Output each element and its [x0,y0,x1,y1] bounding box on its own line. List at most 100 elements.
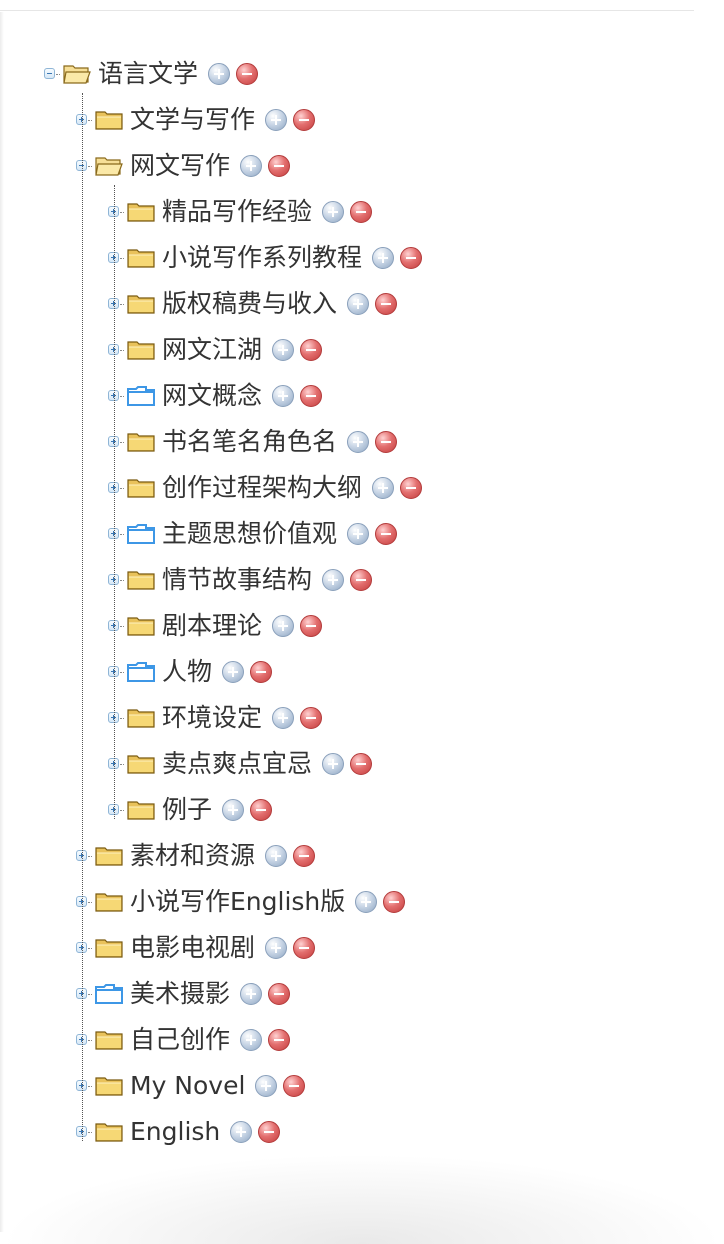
node-label[interactable]: 网文江湖 [162,327,262,373]
add-node-button[interactable] [322,201,345,223]
node-label[interactable]: 素材和资源 [130,833,255,879]
folder-icon [126,201,156,223]
remove-node-button[interactable] [293,109,316,131]
remove-node-button[interactable] [300,707,323,729]
node-label[interactable]: 剧本理论 [162,603,262,649]
node-label[interactable]: 电影电视剧 [130,925,255,971]
add-node-button[interactable] [255,1075,278,1097]
add-node-button[interactable] [322,753,345,775]
node-label[interactable]: 文学与写作 [130,97,255,143]
folder-icon [126,431,156,453]
add-node-button[interactable] [240,155,263,177]
tree-node[interactable]: 主题思想价值观 [106,511,398,557]
remove-node-button[interactable] [293,845,316,867]
node-label[interactable]: 小说写作English版 [130,879,345,925]
node-label[interactable]: 书名笔名角色名 [162,419,337,465]
node-label[interactable]: 卖点爽点宜忌 [162,741,312,787]
remove-node-button[interactable] [236,63,259,85]
add-node-button[interactable] [208,63,231,85]
remove-node-button[interactable] [250,661,273,683]
node-label[interactable]: 自己创作 [130,1017,230,1063]
tree-node[interactable]: 小说写作系列教程 [106,235,423,281]
add-node-button[interactable] [240,983,263,1005]
remove-node-button[interactable] [283,1075,306,1097]
node-label[interactable]: 语言文学 [98,51,198,97]
tree-node[interactable]: 剧本理论 [106,603,323,649]
node-label[interactable]: 情节故事结构 [162,557,312,603]
remove-node-button[interactable] [250,799,273,821]
remove-node-button[interactable] [375,431,398,453]
tree-node[interactable]: 文学与写作 [74,97,316,143]
tree-node[interactable]: 电影电视剧 [74,925,316,971]
node-label[interactable]: 网文概念 [162,373,262,419]
tree-node[interactable]: English [74,1109,281,1155]
remove-node-button[interactable] [268,1029,291,1051]
node-label[interactable]: My Novel [130,1063,245,1109]
tree-node[interactable]: 网文写作 [74,143,291,189]
add-node-button[interactable] [347,431,370,453]
remove-node-button[interactable] [350,753,373,775]
tree-node[interactable]: 环境设定 [106,695,323,741]
node-label[interactable]: 创作过程架构大纲 [162,465,362,511]
add-node-button[interactable] [272,707,295,729]
add-node-button[interactable] [240,1029,263,1051]
tree-node[interactable]: 网文江湖 [106,327,323,373]
tree-node[interactable]: 卖点爽点宜忌 [106,741,373,787]
add-node-button[interactable] [222,661,245,683]
tree-node[interactable]: 网文概念 [106,373,323,419]
tree-node[interactable]: 版权稿费与收入 [106,281,398,327]
add-node-button[interactable] [265,109,288,131]
add-node-button[interactable] [230,1121,253,1143]
add-node-button[interactable] [265,937,288,959]
folder-tree: 语言文学 文学与写作 网文写作 精品写作经验 小说写作系列教程 版权稿费与收入 网文江湖 网文… [0,0,724,1244]
node-label[interactable]: 例子 [162,787,212,833]
node-label[interactable]: 主题思想价值观 [162,511,337,557]
node-label[interactable]: 人物 [162,649,212,695]
remove-node-button[interactable] [375,523,398,545]
tree-node[interactable]: 创作过程架构大纲 [106,465,423,511]
add-node-button[interactable] [372,247,395,269]
add-node-button[interactable] [265,845,288,867]
node-label[interactable]: 版权稿费与收入 [162,281,337,327]
remove-node-button[interactable] [400,477,423,499]
remove-node-button[interactable] [258,1121,281,1143]
collapse-toggle-icon[interactable] [42,66,60,82]
add-node-button[interactable] [222,799,245,821]
add-node-button[interactable] [372,477,395,499]
add-node-button[interactable] [272,615,295,637]
node-label[interactable]: 网文写作 [130,143,230,189]
remove-node-button[interactable] [300,385,323,407]
add-node-button[interactable] [322,569,345,591]
tree-node[interactable]: My Novel [74,1063,306,1109]
tree-node[interactable]: 精品写作经验 [106,189,373,235]
node-label[interactable]: 环境设定 [162,695,262,741]
remove-node-button[interactable] [350,569,373,591]
tree-node[interactable]: 情节故事结构 [106,557,373,603]
node-label[interactable]: English [130,1109,220,1155]
tree-node[interactable]: 书名笔名角色名 [106,419,398,465]
remove-node-button[interactable] [400,247,423,269]
remove-node-button[interactable] [293,937,316,959]
tree-node[interactable]: 素材和资源 [74,833,316,879]
tree-node[interactable]: 语言文学 [42,51,259,97]
tree-node[interactable]: 美术摄影 [74,971,291,1017]
tree-node[interactable]: 自己创作 [74,1017,291,1063]
node-label[interactable]: 美术摄影 [130,971,230,1017]
add-node-button[interactable] [355,891,378,913]
remove-node-button[interactable] [300,615,323,637]
remove-node-button[interactable] [268,155,291,177]
remove-node-button[interactable] [268,983,291,1005]
tree-node[interactable]: 小说写作English版 [74,879,406,925]
remove-node-button[interactable] [375,293,398,315]
tree-node[interactable]: 人物 [106,649,273,695]
tree-node[interactable]: 例子 [106,787,273,833]
node-label[interactable]: 小说写作系列教程 [162,235,362,281]
remove-node-button[interactable] [383,891,406,913]
add-node-button[interactable] [272,385,295,407]
add-node-button[interactable] [347,523,370,545]
remove-node-button[interactable] [300,339,323,361]
node-label[interactable]: 精品写作经验 [162,189,312,235]
add-node-button[interactable] [347,293,370,315]
remove-node-button[interactable] [350,201,373,223]
add-node-button[interactable] [272,339,295,361]
